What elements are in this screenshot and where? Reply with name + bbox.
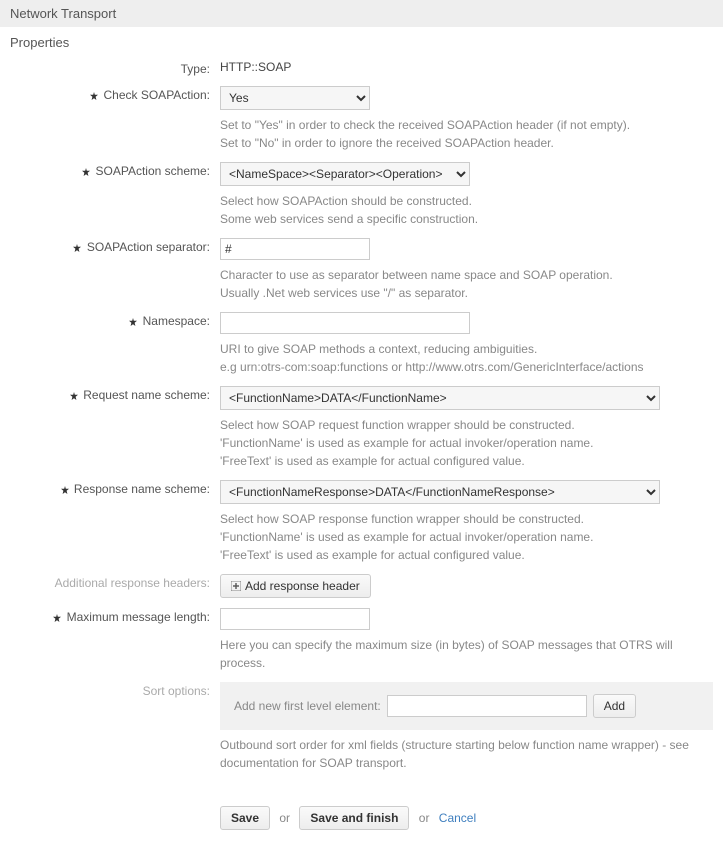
required-icon	[53, 614, 61, 622]
input-namespace[interactable]	[220, 312, 470, 334]
row-check-soapaction: Check SOAPAction: Yes Set to "Yes" in or…	[10, 80, 713, 156]
add-sort-label: Add	[604, 699, 625, 713]
label-response-name-scheme: Response name scheme:	[74, 482, 210, 496]
row-max-message-length: Maximum message length: Here you can spe…	[10, 602, 713, 676]
label-max-message-length: Maximum message length:	[67, 610, 210, 624]
plus-icon	[231, 581, 241, 591]
label-soapaction-separator: SOAPAction separator:	[87, 240, 210, 254]
add-sort-button[interactable]: Add	[593, 694, 636, 718]
save-button[interactable]: Save	[220, 806, 270, 830]
label-soapaction-scheme: SOAPAction scheme:	[96, 164, 211, 178]
required-icon	[73, 244, 81, 252]
required-icon	[90, 92, 98, 100]
section-title: Properties	[0, 27, 723, 54]
add-response-header-label: Add response header	[245, 579, 360, 593]
help-sort-options: Outbound sort order for xml fields (stru…	[220, 736, 713, 772]
row-actions: Save or Save and finish or Cancel	[10, 800, 713, 834]
label-request-name-scheme: Request name scheme:	[83, 388, 210, 402]
input-sort-first-level[interactable]	[387, 695, 587, 717]
value-type: HTTP::SOAP	[220, 60, 291, 74]
required-icon	[61, 486, 69, 494]
cancel-link[interactable]: Cancel	[439, 811, 476, 825]
row-namespace: Namespace: URI to give SOAP methods a co…	[10, 306, 713, 380]
row-soapaction-separator: SOAPAction separator: Character to use a…	[10, 232, 713, 306]
row-soapaction-scheme: SOAPAction scheme: <NameSpace><Separator…	[10, 156, 713, 232]
required-icon	[129, 318, 137, 326]
properties-form: Type: HTTP::SOAP Check SOAPAction: Yes S…	[0, 54, 723, 854]
label-additional-headers: Additional response headers:	[55, 576, 210, 590]
row-request-name-scheme: Request name scheme: <FunctionName>DATA<…	[10, 380, 713, 474]
help-request-name-scheme: Select how SOAP request function wrapper…	[220, 416, 713, 470]
select-check-soapaction[interactable]: Yes	[220, 86, 370, 110]
page-header: Network Transport	[0, 0, 723, 27]
required-icon	[70, 392, 78, 400]
input-max-message-length[interactable]	[220, 608, 370, 630]
input-soapaction-separator[interactable]	[220, 238, 370, 260]
required-icon	[82, 168, 90, 176]
label-type: Type:	[181, 62, 210, 76]
help-namespace: URI to give SOAP methods a context, redu…	[220, 340, 713, 376]
sort-panel-label: Add new first level element:	[234, 699, 381, 713]
page-title: Network Transport	[10, 6, 116, 21]
help-soapaction-scheme: Select how SOAPAction should be construc…	[220, 192, 713, 228]
row-type: Type: HTTP::SOAP	[10, 54, 713, 80]
select-soapaction-scheme[interactable]: <NameSpace><Separator><Operation>	[220, 162, 470, 186]
sort-options-panel: Add new first level element: Add	[220, 682, 713, 730]
help-max-message-length: Here you can specify the maximum size (i…	[220, 636, 713, 672]
or-text-2: or	[419, 811, 430, 825]
save-label: Save	[231, 811, 259, 825]
row-additional-headers: Additional response headers: Add respons…	[10, 568, 713, 602]
save-and-finish-label: Save and finish	[310, 811, 398, 825]
select-response-name-scheme[interactable]: <FunctionNameResponse>DATA</FunctionName…	[220, 480, 660, 504]
label-namespace: Namespace:	[143, 314, 210, 328]
label-check-soapaction: Check SOAPAction:	[104, 88, 211, 102]
help-check-soapaction: Set to "Yes" in order to check the recei…	[220, 116, 713, 152]
add-response-header-button[interactable]: Add response header	[220, 574, 371, 598]
row-sort-options: Sort options: Add new first level elemen…	[10, 676, 713, 776]
label-sort-options: Sort options:	[143, 684, 210, 698]
row-response-name-scheme: Response name scheme: <FunctionNameRespo…	[10, 474, 713, 568]
help-soapaction-separator: Character to use as separator between na…	[220, 266, 713, 302]
or-text-1: or	[279, 811, 290, 825]
help-response-name-scheme: Select how SOAP response function wrappe…	[220, 510, 713, 564]
select-request-name-scheme[interactable]: <FunctionName>DATA</FunctionName>	[220, 386, 660, 410]
save-and-finish-button[interactable]: Save and finish	[299, 806, 409, 830]
